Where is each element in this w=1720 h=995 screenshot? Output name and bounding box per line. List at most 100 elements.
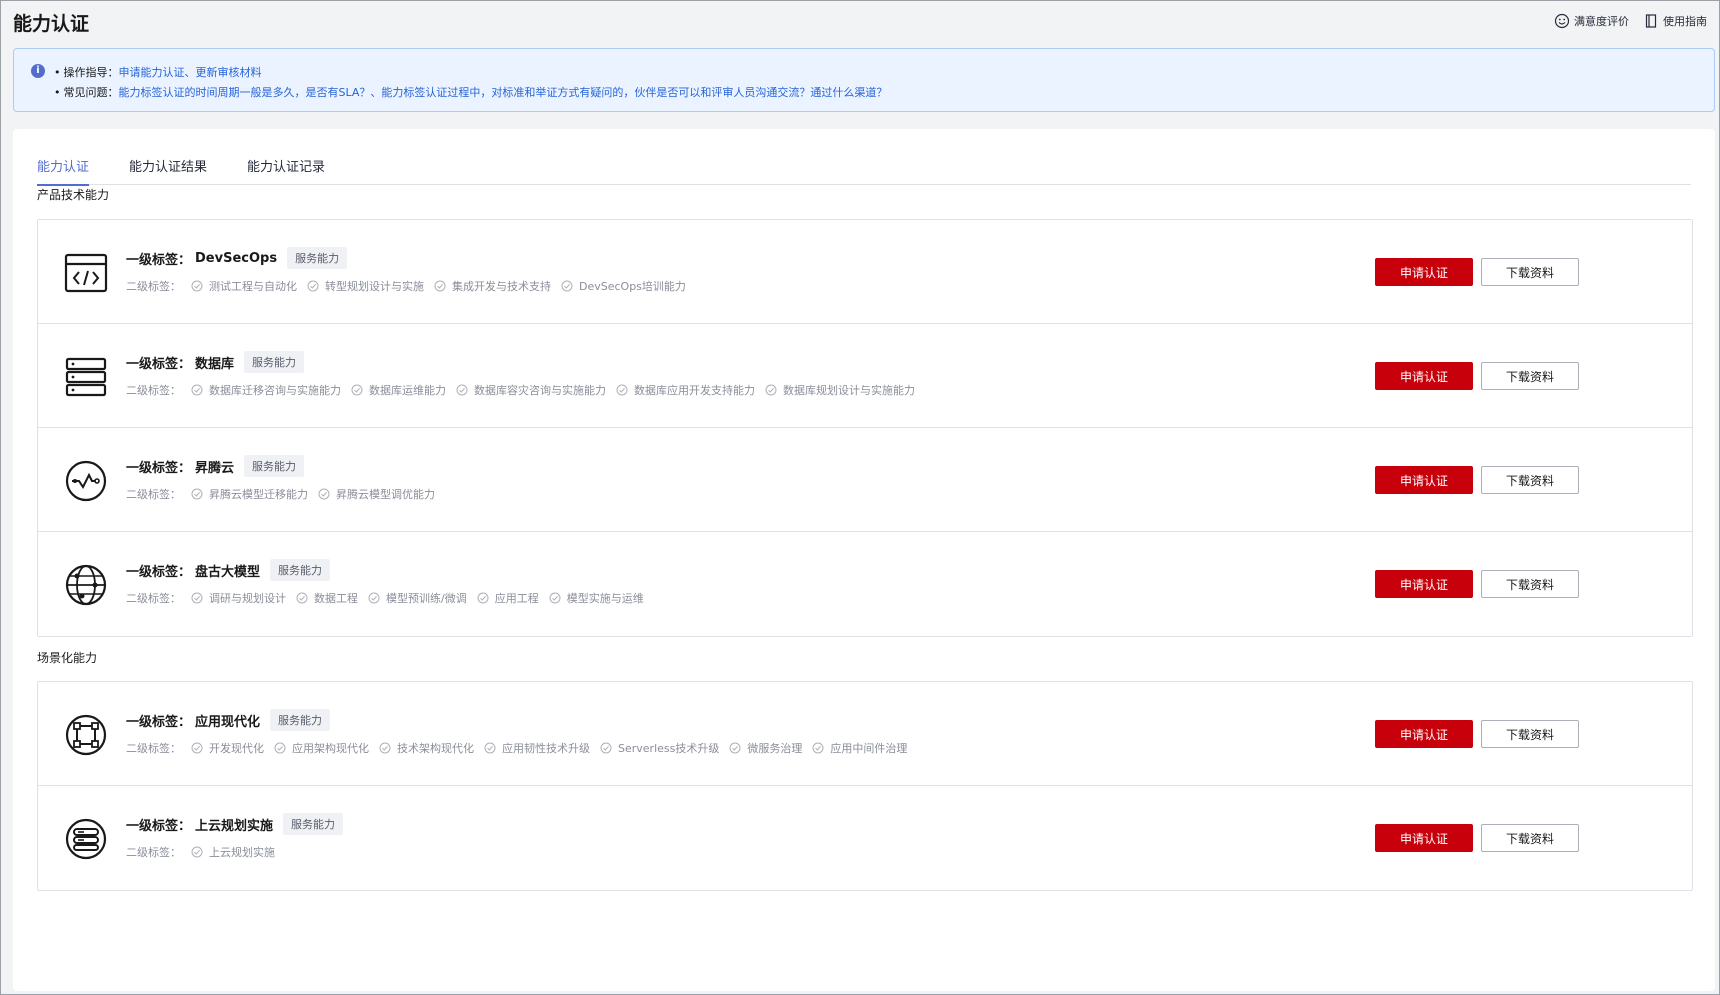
level2-row: 二级标签： 调研与规划设计 数据工程 模型预训练/微调 应用工程 模型实施与运维 xyxy=(126,590,644,606)
level2-tag-label: 应用中间件治理 xyxy=(830,742,908,755)
capability-card: 一级标签： 数据库 服务能力 二级标签： 数据库迁移咨询与实施能力 数据库运维能力 数… xyxy=(37,323,1693,429)
guide-label: 使用指南 xyxy=(1663,15,1707,28)
cloud-server-circle-icon xyxy=(62,818,110,860)
level1-label: 一级标签： xyxy=(126,714,192,730)
download-materials-button[interactable]: 下载资料 xyxy=(1481,466,1579,494)
pulse-circle-icon xyxy=(62,460,110,502)
level1-value: 盘古大模型 xyxy=(195,564,261,580)
level2-label: 二级标签： xyxy=(126,846,181,859)
faq-communication-link[interactable]: 能力标签认证过程中，对标准和举证方式有疑问的，伙伴是否可以和评审人员沟通交流？通… xyxy=(381,86,887,99)
level2-label: 二级标签： xyxy=(126,280,181,293)
check-circle-icon xyxy=(191,280,203,292)
notice-faq-row: • 常见问题：能力标签认证的时间周期一般是多久，是否有SLA？、能力标签认证过程中… xyxy=(54,86,888,99)
level2-tag: 技术架构现代化 xyxy=(379,740,474,756)
tab-certification[interactable]: 能力认证 xyxy=(37,155,90,186)
level2-tag: 微服务治理 xyxy=(729,740,802,756)
level2-tag-label: 应用韧性技术升级 xyxy=(502,742,590,755)
level1-label: 一级标签： xyxy=(126,252,192,268)
level2-tag-label: 测试工程与自动化 xyxy=(209,280,297,293)
level2-tag-label: Serverless技术升级 xyxy=(618,742,720,755)
level2-label: 二级标签： xyxy=(126,592,181,605)
level2-tag-label: 上云规划实施 xyxy=(209,846,275,859)
level2-tag-label: 数据库应用开发支持能力 xyxy=(634,384,755,397)
check-circle-icon xyxy=(616,384,628,396)
level1-value: 昇腾云 xyxy=(195,460,235,476)
apply-certification-button[interactable]: 申请认证 xyxy=(1375,362,1473,390)
capability-card: 一级标签： 盘古大模型 服务能力 二级标签： 调研与规划设计 数据工程 模型预训练/微… xyxy=(37,531,1693,637)
notice-guide-key: 操作指导： xyxy=(63,66,119,79)
level2-tag-label: 昇腾云模型迁移能力 xyxy=(209,488,308,501)
level1-value: 数据库 xyxy=(195,356,235,372)
check-circle-icon xyxy=(318,488,330,500)
level2-tag: 数据库迁移咨询与实施能力 xyxy=(191,382,341,398)
level2-tag: 昇腾云模型调优能力 xyxy=(318,486,435,502)
check-circle-icon xyxy=(434,280,446,292)
top-links: 满意度评价 使用指南 xyxy=(1554,13,1707,29)
level2-tag: 应用中间件治理 xyxy=(812,740,907,756)
check-circle-icon xyxy=(191,592,203,604)
level1-row: 一级标签： DevSecOps 服务能力 xyxy=(126,247,348,269)
service-badge: 服务能力 xyxy=(270,559,331,581)
level1-row: 一级标签： 盘古大模型 服务能力 xyxy=(126,559,331,581)
tab-bar: 能力认证 能力认证结果 能力认证记录 xyxy=(37,155,1691,186)
level2-row: 二级标签： 昇腾云模型迁移能力 昇腾云模型调优能力 xyxy=(126,486,435,502)
check-circle-icon xyxy=(307,280,319,292)
level2-tag-label: 数据库规划设计与实施能力 xyxy=(783,384,915,397)
level2-tag: 开发现代化 xyxy=(191,740,264,756)
apply-certification-button[interactable]: 申请认证 xyxy=(1375,720,1473,748)
level2-row: 二级标签： 上云规划实施 xyxy=(126,844,275,860)
service-badge: 服务能力 xyxy=(283,813,344,835)
level2-tag: Serverless技术升级 xyxy=(600,740,719,756)
level2-tag: 数据库运维能力 xyxy=(351,382,446,398)
notice-sep: 、 xyxy=(184,66,196,79)
apply-certification-link[interactable]: 申请能力认证 xyxy=(119,66,185,79)
book-icon xyxy=(1645,14,1657,28)
level2-tag: 转型规划设计与实施 xyxy=(307,278,424,294)
apply-certification-button[interactable]: 申请认证 xyxy=(1375,824,1473,852)
level2-tag: 数据工程 xyxy=(296,590,358,606)
level2-tag: DevSecOps培训能力 xyxy=(561,278,686,294)
download-materials-button[interactable]: 下载资料 xyxy=(1481,720,1579,748)
level1-value: DevSecOps xyxy=(195,250,278,266)
database-icon xyxy=(62,356,110,398)
download-materials-button[interactable]: 下载资料 xyxy=(1481,362,1579,390)
apply-certification-button[interactable]: 申请认证 xyxy=(1375,258,1473,286)
check-circle-icon xyxy=(274,742,286,754)
download-materials-button[interactable]: 下载资料 xyxy=(1481,570,1579,598)
check-circle-icon xyxy=(477,592,489,604)
capability-card: 一级标签： 上云规划实施 服务能力 二级标签： 上云规划实施 申请认证 下载资料 xyxy=(37,785,1693,891)
tab-certification-records[interactable]: 能力认证记录 xyxy=(247,155,325,185)
level2-tag: 应用架构现代化 xyxy=(274,740,369,756)
guide-link[interactable]: 使用指南 xyxy=(1643,13,1707,29)
check-circle-icon xyxy=(191,846,203,858)
satisfaction-link[interactable]: 满意度评价 xyxy=(1554,13,1629,29)
level2-tag: 数据库容灾咨询与实施能力 xyxy=(456,382,606,398)
level2-tag: 集成开发与技术支持 xyxy=(434,278,551,294)
modernize-circle-icon xyxy=(62,714,110,756)
info-icon: i xyxy=(31,64,45,78)
download-materials-button[interactable]: 下载资料 xyxy=(1481,824,1579,852)
check-circle-icon xyxy=(296,592,308,604)
faq-sla-link[interactable]: 能力标签认证的时间周期一般是多久，是否有SLA？ xyxy=(119,86,371,99)
apply-certification-button[interactable]: 申请认证 xyxy=(1375,570,1473,598)
update-materials-link[interactable]: 更新审核材料 xyxy=(196,66,262,79)
check-circle-icon xyxy=(729,742,741,754)
capability-card: 一级标签： 昇腾云 服务能力 二级标签： 昇腾云模型迁移能力 昇腾云模型调优能力 申… xyxy=(37,427,1693,533)
tab-certification-results[interactable]: 能力认证结果 xyxy=(129,155,207,185)
level2-tag-label: 数据库迁移咨询与实施能力 xyxy=(209,384,341,397)
apply-certification-button[interactable]: 申请认证 xyxy=(1375,466,1473,494)
level2-tag: 应用韧性技术升级 xyxy=(484,740,590,756)
level1-label: 一级标签： xyxy=(126,564,192,580)
check-circle-icon xyxy=(351,384,363,396)
capability-card: 一级标签： 应用现代化 服务能力 二级标签： 开发现代化 应用架构现代化 技术架构现代… xyxy=(37,681,1693,787)
level2-tag: 数据库规划设计与实施能力 xyxy=(765,382,915,398)
capability-card: 一级标签： DevSecOps 服务能力 二级标签： 测试工程与自动化 转型规划设计… xyxy=(37,219,1693,325)
level2-row: 二级标签： 测试工程与自动化 转型规划设计与实施 集成开发与技术支持 DevSecOps… xyxy=(126,278,686,294)
level2-tag: 模型实施与运维 xyxy=(549,590,644,606)
level2-tag: 应用工程 xyxy=(477,590,539,606)
app-frame: 能力认证 满意度评价 使用指南 i • 操作指导：申请能力认证、更新审核材料 • 常… xyxy=(0,0,1720,995)
download-materials-button[interactable]: 下载资料 xyxy=(1481,258,1579,286)
smile-icon xyxy=(1554,13,1570,29)
check-circle-icon xyxy=(191,384,203,396)
level2-tag: 调研与规划设计 xyxy=(191,590,286,606)
